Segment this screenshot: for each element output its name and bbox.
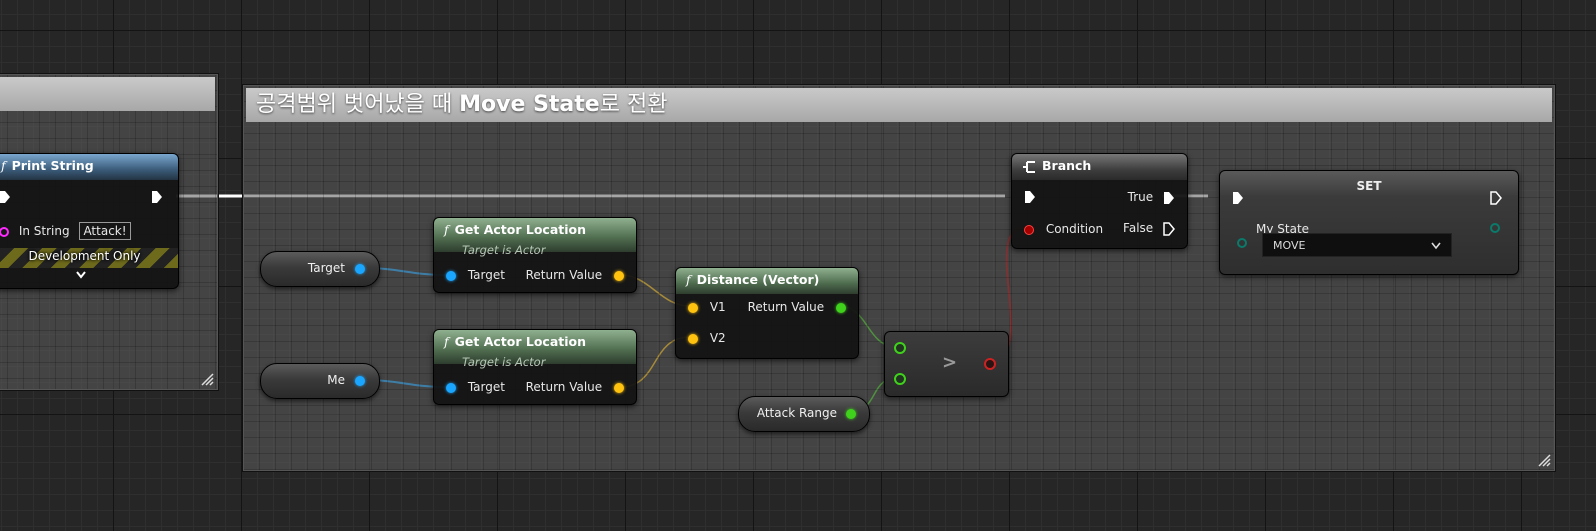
vector-pin-icon[interactable] (614, 382, 624, 393)
in-string-input[interactable]: Attack! (79, 222, 131, 240)
exec-out-pin-icon[interactable] (1163, 221, 1175, 236)
comment-title-bar-left[interactable] (0, 77, 215, 111)
float-pin-icon[interactable] (894, 373, 906, 385)
get-actor-location-header-2[interactable]: f Get Actor Location Target is Actor (434, 330, 636, 369)
target-input-label: Target (467, 380, 505, 394)
return-value-pin-row: Return Value (526, 379, 624, 395)
me-variable-node[interactable]: Me (260, 363, 380, 399)
get-actor-location-node-1[interactable]: f Get Actor Location Target is Actor Targ… (433, 217, 637, 293)
resize-grip-icon[interactable] (200, 372, 214, 386)
exec-in-pin-icon[interactable] (1024, 190, 1036, 204)
condition-pin-row: Condition (1024, 221, 1103, 237)
float-pin-icon[interactable] (894, 342, 906, 354)
get-actor-location-title-2: Get Actor Location (454, 334, 587, 349)
comment-title-prefix: 공격범위 벗어났을 때 (256, 92, 460, 117)
set-title: SET (1356, 179, 1382, 193)
greater-than-symbol: > (942, 352, 958, 373)
exec-out-pin-icon[interactable] (1490, 191, 1502, 205)
distance-return-label: Return Value (747, 300, 825, 314)
chevron-down-icon (1431, 242, 1441, 250)
target-input-label: Target (467, 268, 505, 282)
distance-vector-node[interactable]: f Distance (Vector) V1 V2 Return Value (675, 267, 859, 359)
distance-return-pin-row: Return Value (748, 299, 846, 315)
comment-title-suffix: 로 전환 (599, 92, 668, 117)
exec-in-pin-icon[interactable] (0, 190, 11, 204)
branch-node[interactable]: Branch Condition True False (1011, 153, 1188, 249)
get-actor-location-subtitle-1: Target is Actor (462, 243, 546, 257)
bool-pin-icon[interactable] (1024, 224, 1034, 235)
true-pin-row: True (1128, 189, 1175, 205)
in-string-pin-row: In String Attack! (0, 222, 131, 240)
v1-pin-row: V1 (688, 299, 726, 315)
vector-pin-icon[interactable] (688, 302, 698, 313)
enum-pin-icon[interactable] (1237, 238, 1247, 248)
v2-pin-row: V2 (688, 330, 726, 346)
return-value-label: Return Value (525, 380, 603, 394)
object-pin-icon[interactable] (355, 376, 365, 386)
true-label: True (1127, 190, 1154, 204)
target-variable-node[interactable]: Target (260, 251, 380, 287)
print-string-node[interactable]: f Print String In String Attack! Developm… (0, 153, 179, 289)
set-variable-node[interactable]: SET My State MOVE (1219, 170, 1519, 275)
greater-than-node[interactable]: > (884, 331, 1009, 397)
get-actor-location-node-2[interactable]: f Get Actor Location Target is Actor Targ… (433, 329, 637, 405)
development-only-label: Development Only (28, 249, 141, 263)
get-actor-location-subtitle-2: Target is Actor (462, 355, 546, 369)
target-variable-label: Target (307, 261, 345, 275)
return-value-pin-row: Return Value (526, 267, 624, 283)
branch-title: Branch (1042, 158, 1092, 173)
object-pin-icon[interactable] (355, 264, 365, 274)
my-state-dropdown[interactable]: MOVE (1262, 233, 1452, 257)
target-input-pin-row: Target (446, 379, 505, 395)
exec-out-pin-icon[interactable] (1163, 191, 1175, 205)
exec-in-pin-icon[interactable] (1232, 191, 1244, 205)
false-label: False (1123, 221, 1154, 235)
get-actor-location-header-1[interactable]: f Get Actor Location Target is Actor (434, 218, 636, 257)
function-icon: f (686, 272, 691, 287)
bool-pin-icon[interactable] (984, 358, 996, 370)
v2-label: V2 (709, 331, 726, 345)
get-actor-location-title-1: Get Actor Location (454, 222, 587, 237)
distance-vector-title: Distance (Vector) (696, 272, 820, 287)
target-input-pin-row: Target (446, 267, 505, 283)
branch-header[interactable]: Branch (1012, 154, 1187, 180)
attack-range-variable-node[interactable]: Attack Range (738, 396, 870, 432)
distance-vector-header[interactable]: f Distance (Vector) (676, 268, 858, 294)
function-icon: f (444, 334, 449, 349)
chevron-down-icon[interactable] (75, 270, 87, 280)
object-pin-icon[interactable] (446, 270, 456, 281)
object-pin-icon[interactable] (446, 382, 456, 393)
float-pin-icon[interactable] (836, 302, 846, 313)
print-string-header[interactable]: f Print String (0, 154, 178, 180)
my-state-value: MOVE (1273, 239, 1306, 252)
vector-pin-icon[interactable] (688, 333, 698, 344)
resize-grip-icon[interactable] (1537, 453, 1551, 467)
function-icon: f (1, 158, 6, 173)
print-string-title: Print String (11, 158, 94, 173)
attack-range-variable-label: Attack Range (756, 406, 837, 420)
comment-title-bold: Move State (459, 92, 600, 117)
comment-title-bar-main[interactable]: 공격범위 벗어났을 때 Move State로 전환 (246, 88, 1552, 122)
me-variable-label: Me (327, 373, 345, 387)
exec-out-pin-icon[interactable] (151, 190, 163, 204)
string-pin-icon[interactable] (0, 226, 9, 237)
float-pin-icon[interactable] (846, 409, 856, 419)
condition-label: Condition (1045, 222, 1104, 236)
function-icon: f (444, 222, 449, 237)
return-value-label: Return Value (525, 268, 603, 282)
vector-pin-icon[interactable] (614, 270, 624, 281)
enum-pin-icon[interactable] (1490, 223, 1500, 233)
branch-icon (1023, 160, 1035, 173)
in-string-label: In String (18, 224, 70, 238)
v1-label: V1 (709, 300, 726, 314)
false-pin-row: False (1123, 220, 1175, 236)
